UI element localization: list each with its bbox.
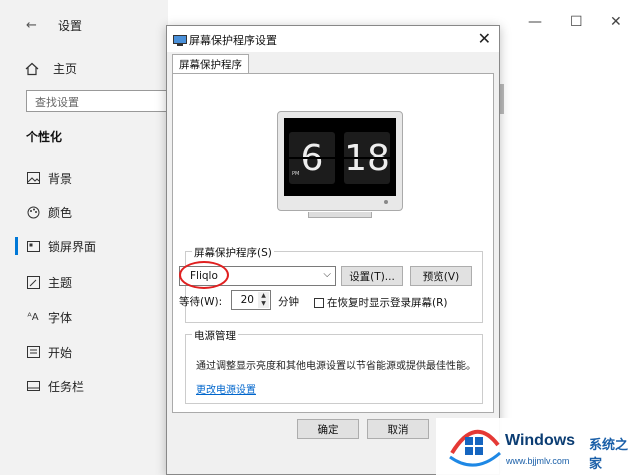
preview-ampm: PM [292, 171, 300, 177]
section-title: 个性化 [26, 130, 63, 144]
sidebar-item-label: 主题 [48, 275, 73, 290]
sidebar-item-fonts[interactable]: ᴬA 字体 [0, 305, 168, 329]
search-input[interactable]: 查找设置 [26, 90, 186, 112]
settings-sidebar: ← 设置 主页 查找设置 个性化 背景 颜色 锁屏界面 主题 ᴬA 字体 开始 … [0, 0, 186, 475]
screensaver-dialog: 屏幕保护程序设置 ✕ 屏幕保护程序 6 PM 18 屏幕保护程序(S) 电源管理… [166, 25, 500, 475]
dialog-title: 屏幕保护程序设置 [189, 34, 277, 47]
resume-checkbox-label[interactable]: 在恢复时显示登录屏幕(R) [327, 295, 448, 310]
screensaver-group-label: 屏幕保护程序(S) [192, 245, 274, 260]
stepper-down-icon[interactable]: ▼ [258, 300, 269, 308]
wait-value: 20 [240, 294, 254, 306]
cancel-button[interactable]: 取消 [367, 419, 429, 439]
dialog-titlebar[interactable]: 屏幕保护程序设置 ✕ [167, 26, 499, 52]
dialog-close-button[interactable]: ✕ [478, 29, 491, 48]
flip-seam [289, 157, 335, 159]
search-placeholder: 查找设置 [35, 96, 79, 109]
wait-label: 等待(W): [179, 296, 223, 308]
sidebar-item-home[interactable]: 主页 [25, 60, 77, 77]
window-title: 设置 [58, 19, 83, 33]
settings-button[interactable]: 设置(T)... [341, 266, 403, 286]
preview-screen: 6 PM 18 [284, 118, 396, 196]
preview-button[interactable]: 预览(V) [410, 266, 472, 286]
preview-monitor: 6 PM 18 [277, 111, 403, 218]
maximize-button[interactable]: ☐ [570, 14, 583, 30]
sidebar-item-label: 颜色 [48, 205, 73, 220]
screen: ← 设置 主页 查找设置 个性化 背景 颜色 锁屏界面 主题 ᴬA 字体 开始 … [0, 0, 640, 475]
palette-icon [26, 205, 40, 219]
sidebar-item-colors[interactable]: 颜色 [0, 200, 168, 224]
taskbar-icon [26, 379, 40, 393]
screensaver-group: 屏幕保护程序(S) [185, 245, 483, 323]
tab-screensaver[interactable]: 屏幕保护程序 [172, 54, 249, 74]
chevron-down-icon: ⌵ [323, 269, 331, 280]
theme-icon [26, 275, 40, 289]
minimize-button[interactable]: — [528, 14, 542, 30]
ok-button[interactable]: 确定 [297, 419, 359, 439]
power-group-label: 电源管理 [192, 328, 238, 343]
windows-logo-icon [449, 429, 501, 467]
active-indicator [15, 237, 18, 255]
watermark-brand: Windows [505, 432, 576, 449]
home-icon [25, 62, 39, 75]
sidebar-item-taskbar[interactable]: 任务栏 [0, 374, 168, 398]
change-power-settings-link[interactable]: 更改电源设置 [196, 381, 256, 396]
sidebar-item-label: 开始 [48, 345, 73, 360]
minute-card: 18 [344, 132, 390, 184]
start-icon [26, 345, 40, 359]
close-button[interactable]: ✕ [610, 14, 622, 30]
annotation-circle [179, 261, 229, 289]
font-icon: ᴬA [27, 311, 39, 323]
monitor-icon [173, 32, 187, 46]
wait-stepper[interactable]: 20 ▲ ▼ [231, 290, 271, 310]
sidebar-item-themes[interactable]: 主题 [0, 270, 168, 294]
stepper-up-icon[interactable]: ▲ [258, 292, 269, 300]
monitor-stand [308, 212, 372, 218]
sidebar-item-label: 主页 [53, 62, 78, 76]
watermark-brand-cn: 系统之家 [589, 438, 629, 472]
lock-screen-icon [26, 239, 40, 253]
back-icon[interactable]: ← [26, 18, 37, 33]
sidebar-item-label: 字体 [48, 310, 73, 325]
resume-checkbox[interactable] [314, 298, 324, 308]
watermark-url: www.bjjmlv.com [506, 456, 570, 466]
sidebar-item-label: 锁屏界面 [48, 239, 97, 254]
flip-seam [344, 157, 390, 159]
sidebar-item-start[interactable]: 开始 [0, 340, 168, 364]
power-led [384, 200, 388, 204]
sidebar-item-label: 背景 [48, 171, 73, 186]
wait-unit: 分钟 [278, 296, 299, 308]
tab-panel: 6 PM 18 屏幕保护程序(S) 电源管理 通过调整显示亮度和其他电源设置以节… [172, 73, 494, 413]
power-description: 通过调整显示亮度和其他电源设置以节省能源或提供最佳性能。 [196, 361, 476, 372]
image-icon [26, 171, 40, 185]
scrollbar[interactable] [500, 84, 504, 114]
sidebar-item-lock-screen[interactable]: 锁屏界面 [0, 234, 168, 258]
sidebar-item-background[interactable]: 背景 [0, 166, 168, 190]
power-group: 电源管理 通过调整显示亮度和其他电源设置以节省能源或提供最佳性能。 更改电源设置 [185, 328, 483, 404]
sidebar-item-label: 任务栏 [48, 379, 85, 394]
